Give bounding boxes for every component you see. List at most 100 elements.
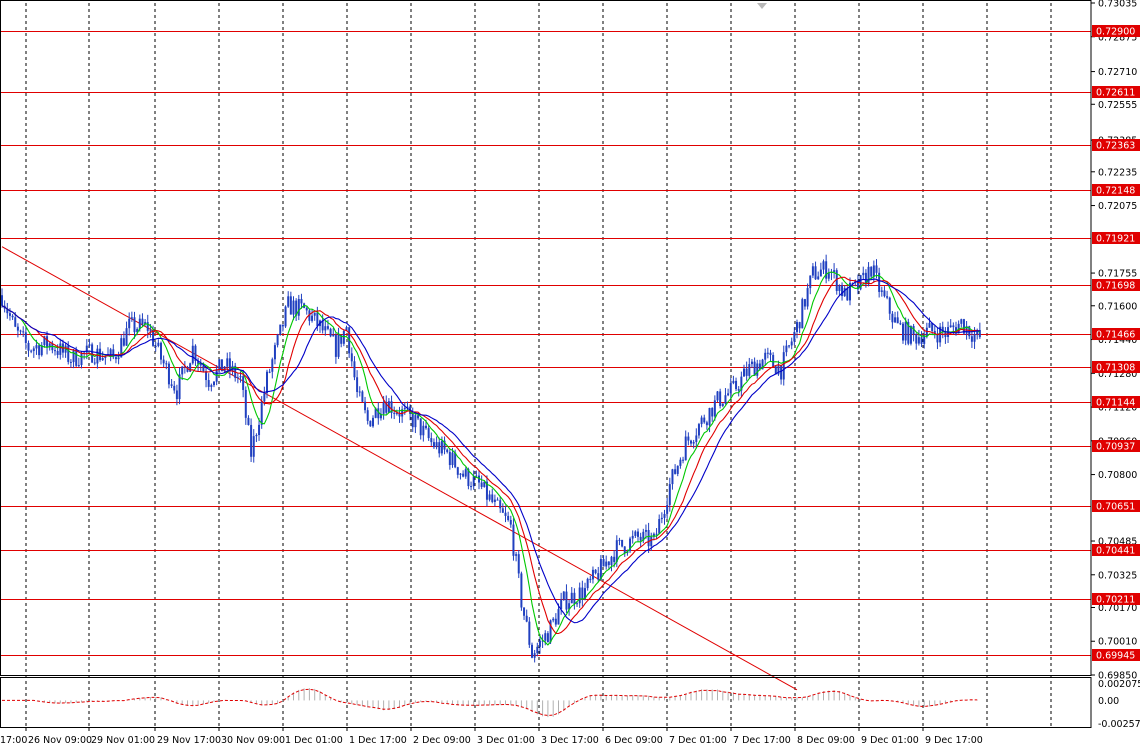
candle-body bbox=[676, 465, 679, 474]
candle-body bbox=[117, 357, 120, 360]
candle-body bbox=[292, 300, 295, 315]
candle-body bbox=[554, 618, 557, 625]
candle-body bbox=[790, 341, 793, 346]
candle-body bbox=[909, 326, 912, 344]
candle-body bbox=[141, 318, 144, 325]
candle-body bbox=[32, 348, 35, 351]
candle-body bbox=[342, 330, 345, 344]
candle-body bbox=[769, 352, 772, 355]
candle-body bbox=[936, 334, 939, 343]
candle-body bbox=[88, 344, 91, 346]
candle-body bbox=[809, 275, 812, 289]
candle-body bbox=[724, 395, 727, 404]
candle-body bbox=[615, 540, 618, 563]
candle-body bbox=[886, 296, 889, 298]
candle-body bbox=[811, 266, 814, 276]
candle-body bbox=[772, 354, 775, 367]
time-tick-label: 9 Dec 01:00 bbox=[861, 735, 919, 746]
candle-body bbox=[748, 364, 751, 376]
candle-body bbox=[11, 315, 14, 318]
time-tick-label: 1 Dec 01:00 bbox=[285, 735, 343, 746]
time-tick-label: 1 Dec 17:00 bbox=[349, 735, 407, 746]
candle-body bbox=[573, 592, 576, 605]
candle-body bbox=[798, 322, 801, 329]
price-tick-label: 0.70010 bbox=[1098, 637, 1137, 648]
candle-body bbox=[152, 330, 155, 346]
candle-body bbox=[326, 326, 329, 329]
candle-body bbox=[732, 380, 735, 384]
candle-body bbox=[255, 435, 258, 437]
candle-body bbox=[557, 609, 560, 625]
candle-body bbox=[949, 325, 952, 328]
candle-body bbox=[382, 402, 385, 414]
candle-body bbox=[552, 618, 555, 621]
candle-body bbox=[93, 362, 96, 364]
candle-body bbox=[838, 285, 841, 291]
candle-body bbox=[181, 366, 184, 375]
candle-body bbox=[737, 389, 740, 391]
candle-body bbox=[8, 313, 11, 316]
candle-body bbox=[883, 290, 886, 297]
candle-body bbox=[531, 644, 533, 658]
candle-body bbox=[353, 361, 356, 378]
candle-body bbox=[125, 328, 128, 346]
candle-body bbox=[655, 533, 658, 535]
candle-body bbox=[692, 441, 695, 444]
candle-body bbox=[403, 408, 406, 410]
candle-body bbox=[875, 265, 878, 273]
candle-body bbox=[671, 469, 674, 485]
candle-body bbox=[311, 315, 314, 321]
candle-body bbox=[122, 338, 125, 346]
candle-body bbox=[499, 500, 502, 509]
candle-body bbox=[236, 377, 239, 379]
candle-body bbox=[517, 554, 520, 574]
candle-body bbox=[289, 296, 292, 315]
candle-body bbox=[80, 352, 83, 366]
candle-body bbox=[891, 313, 894, 323]
candle-body bbox=[613, 556, 616, 563]
candle-body bbox=[833, 270, 836, 273]
candle-body bbox=[30, 350, 33, 352]
candle-body bbox=[560, 599, 563, 610]
candle-body bbox=[488, 494, 491, 500]
time-tick-label: 9 Dec 17:00 bbox=[925, 735, 983, 746]
candle-body bbox=[263, 393, 266, 402]
candle-body bbox=[430, 438, 433, 443]
level-price-label: 0.70441 bbox=[1096, 546, 1135, 557]
candle-body bbox=[213, 381, 215, 386]
price-tick-label: 0.72555 bbox=[1098, 100, 1137, 111]
candle-body bbox=[260, 401, 263, 425]
candle-body bbox=[456, 467, 459, 475]
candle-body bbox=[721, 403, 724, 407]
candle-body bbox=[491, 494, 494, 502]
candle-body bbox=[711, 407, 714, 417]
candle-body bbox=[480, 482, 483, 487]
candle-body bbox=[69, 361, 72, 363]
candle-body bbox=[538, 640, 541, 647]
candle-body bbox=[419, 418, 422, 436]
candle-body bbox=[920, 337, 923, 344]
candle-body bbox=[393, 412, 396, 414]
candle-body bbox=[674, 469, 677, 474]
candle-body bbox=[133, 317, 136, 333]
candle-body bbox=[644, 529, 647, 532]
candle-body bbox=[605, 561, 608, 567]
candle-body bbox=[462, 473, 465, 477]
candle-body bbox=[366, 410, 369, 421]
chart-background bbox=[0, 0, 1140, 754]
candle-body bbox=[872, 265, 875, 277]
candle-body bbox=[591, 569, 594, 580]
candle-body bbox=[507, 515, 510, 520]
candle-body bbox=[425, 425, 427, 429]
candle-body bbox=[576, 603, 579, 605]
candle-body bbox=[56, 350, 59, 355]
candle-body bbox=[682, 459, 685, 461]
candle-body bbox=[899, 323, 902, 325]
candle-body bbox=[358, 391, 361, 393]
candle-body bbox=[369, 420, 372, 427]
candle-body bbox=[782, 352, 785, 380]
candle-body bbox=[727, 393, 730, 396]
level-price-label: 0.71144 bbox=[1096, 398, 1135, 409]
price-tick-label: 0.71600 bbox=[1098, 301, 1137, 312]
candle-body bbox=[756, 363, 759, 376]
